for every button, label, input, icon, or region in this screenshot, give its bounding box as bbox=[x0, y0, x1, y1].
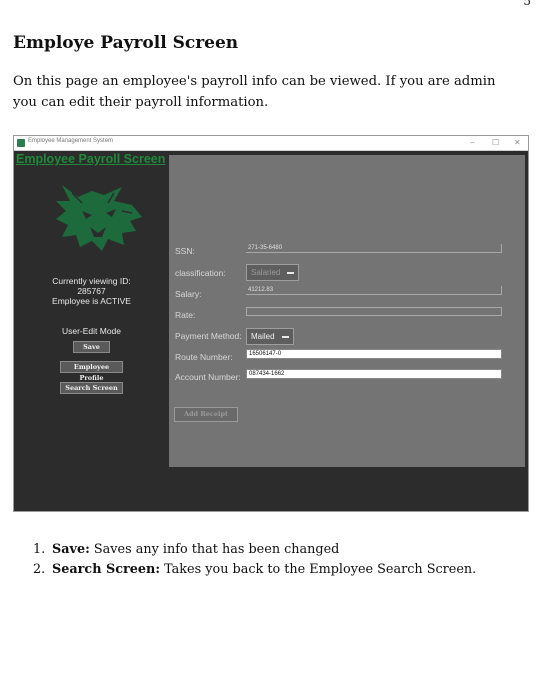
screen-heading: Employee Payroll Screen bbox=[16, 152, 166, 166]
doc-title: Employe Payroll Screen bbox=[13, 33, 239, 53]
feature-list: 1. Save: Saves any info that has been cha… bbox=[33, 540, 476, 580]
maximize-icon[interactable]: ☐ bbox=[492, 138, 499, 148]
app-window-screenshot: Employee Management System – ☐ ✕ Employe… bbox=[13, 135, 529, 512]
rate-field[interactable] bbox=[246, 307, 502, 316]
search-screen-button[interactable]: Search Screen bbox=[60, 382, 123, 394]
edit-mode-label: User-Edit Mode bbox=[61, 326, 122, 336]
salary-label: Salary: bbox=[175, 289, 202, 299]
wildcat-logo-icon bbox=[56, 185, 142, 251]
page-number: 5 bbox=[523, 0, 531, 8]
add-receipt-button[interactable]: Add Receipt bbox=[174, 407, 238, 422]
employee-status: Employee is ACTIVE bbox=[52, 296, 131, 306]
viewing-id-label: Currently viewing ID: bbox=[52, 276, 131, 286]
list-number: 1. bbox=[33, 542, 46, 557]
list-item: 2. Search Screen: Takes you back to the E… bbox=[33, 560, 476, 580]
route-number-field[interactable]: 16506147-0 bbox=[246, 349, 502, 359]
app-icon bbox=[17, 139, 25, 147]
classification-value: Salaried bbox=[251, 268, 281, 277]
classification-label: classification: bbox=[175, 268, 226, 278]
close-icon[interactable]: ✕ bbox=[514, 138, 521, 148]
account-number-field[interactable]: 087434-1662 bbox=[246, 369, 502, 379]
ssn-field[interactable]: 271-35-6480 bbox=[246, 244, 502, 253]
rate-label: Rate: bbox=[175, 310, 196, 320]
list-term: Search Screen: bbox=[52, 562, 161, 577]
list-desc: Saves any info that has been changed bbox=[89, 542, 340, 557]
payment-method-value: Mailed bbox=[251, 332, 275, 341]
intro-paragraph: On this page an employee's payroll info … bbox=[13, 74, 496, 110]
viewing-id-value: 285767 bbox=[77, 286, 106, 296]
window-titlebar: Employee Management System – ☐ ✕ bbox=[14, 136, 528, 151]
window-title: Employee Management System bbox=[28, 138, 114, 144]
minimize-icon[interactable]: – bbox=[470, 138, 474, 148]
classification-dropdown[interactable]: Salaried bbox=[246, 264, 299, 281]
payment-method-dropdown[interactable]: Mailed bbox=[246, 328, 294, 345]
dropdown-indicator-icon bbox=[287, 272, 294, 274]
payment-method-label: Payment Method: bbox=[175, 331, 242, 341]
dropdown-indicator-icon bbox=[282, 336, 289, 338]
ssn-label: SSN: bbox=[175, 246, 195, 256]
payroll-form-panel: SSN: 271-35-6480 classification: Salarie… bbox=[169, 155, 525, 467]
employee-profile-button[interactable]: Employee Profile bbox=[60, 361, 123, 382]
save-button[interactable]: Save bbox=[73, 341, 110, 353]
route-number-label: Route Number: bbox=[175, 352, 233, 362]
list-item: 1. Save: Saves any info that has been cha… bbox=[33, 540, 476, 560]
salary-field[interactable]: 41212.83 bbox=[246, 286, 502, 295]
list-term: Save: bbox=[52, 542, 90, 557]
list-desc: Takes you back to the Employee Search Sc… bbox=[160, 562, 477, 577]
list-number: 2. bbox=[33, 562, 46, 577]
account-number-label: Account Number: bbox=[175, 372, 241, 382]
